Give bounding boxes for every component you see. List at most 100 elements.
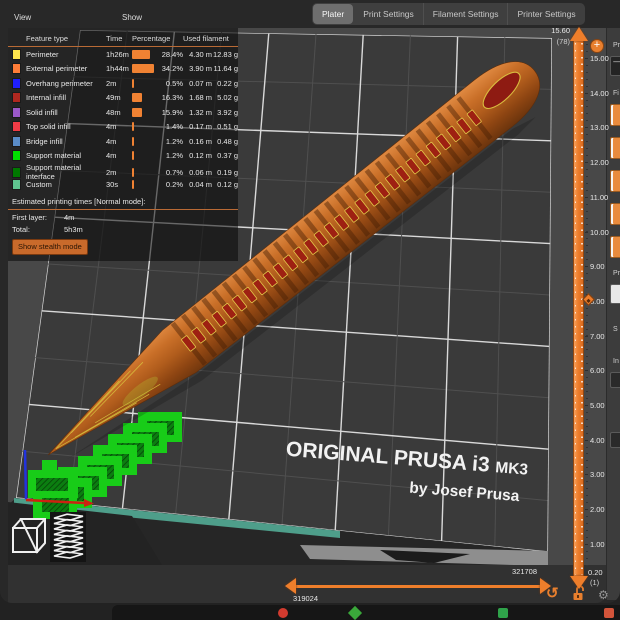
feature-percent: 1.2% (156, 151, 183, 160)
rp-filament-combo-3[interactable] (610, 170, 620, 192)
slider-minor-tick (586, 44, 588, 45)
show-label: Show (122, 13, 142, 22)
feature-time: 1h44m (106, 64, 132, 73)
view-preview-icon[interactable] (50, 512, 86, 562)
legend-row: Overhang perimeter2m0.5%0.07 m0.22 g (8, 76, 238, 91)
feature-percent: 0.7% (156, 168, 183, 177)
rp-filament-combo-5[interactable] (610, 236, 620, 258)
slider-tick-label: 15.00 (590, 54, 609, 63)
layer-slider-rail[interactable] (573, 40, 584, 578)
feature-label: Perimeter (26, 50, 106, 59)
feature-color-swatch (12, 179, 21, 190)
slider-minor-tick (586, 308, 588, 309)
first-layer-value: 4m (64, 213, 74, 222)
slider-minor-tick (586, 453, 588, 454)
slider-tick-label: 11.00 (590, 193, 608, 202)
feature-label: Support material interface (26, 163, 106, 181)
feature-label: Top solid infill (26, 122, 106, 131)
slider-tick-label: 13.00 (590, 123, 609, 132)
slider-minor-tick (586, 169, 588, 170)
feature-label: Custom (26, 180, 106, 189)
legend-header: Feature type Time Percentage Used filame… (8, 32, 238, 47)
slider-minor-tick (586, 495, 588, 496)
slider-major-tick (585, 370, 588, 371)
move-slider-rail[interactable] (294, 585, 542, 588)
feature-length: 4.30 m (183, 50, 212, 59)
slider-major-tick (585, 58, 588, 59)
slider-minor-tick (586, 120, 588, 121)
slider-minor-tick (586, 273, 588, 274)
feature-label: External perimeter (26, 64, 106, 73)
add-color-change-button[interactable]: + (590, 39, 604, 53)
rp-label-infill: In (613, 358, 619, 365)
feature-color-swatch (12, 136, 21, 147)
app-window: Plater Print Settings Filament Settings … (0, 0, 620, 603)
rp-printer-combo[interactable] (610, 284, 620, 304)
layer-top-height: 15.60 (540, 26, 570, 35)
slider-minor-tick (586, 349, 588, 350)
layer-bottom-number: (1) (590, 578, 599, 587)
tab-plater[interactable]: Plater (313, 4, 353, 24)
feature-length: 0.16 m (183, 137, 212, 146)
slider-minor-tick (586, 558, 588, 559)
slider-minor-tick (586, 447, 588, 448)
slider-minor-tick (586, 287, 588, 288)
rp-filament-combo-2[interactable] (610, 137, 620, 159)
slider-minor-tick (586, 356, 588, 357)
layer-slider-top-handle[interactable] (570, 27, 588, 41)
tab-filament-settings[interactable]: Filament Settings (424, 3, 509, 25)
feature-label: Bridge infill (26, 137, 106, 146)
percentage-bar (132, 137, 134, 146)
slider-minor-tick (586, 384, 588, 385)
rp-supports-combo[interactable] (610, 372, 620, 388)
slider-minor-tick (586, 398, 588, 399)
rp-infill-combo[interactable] (610, 432, 620, 448)
feature-length: 3.90 m (183, 64, 212, 73)
stealth-mode-button[interactable]: Show stealth mode (12, 239, 88, 255)
move-slider-max: 321708 (512, 567, 537, 576)
slider-minor-tick (586, 224, 588, 225)
slider-minor-tick (586, 419, 588, 420)
slider-minor-tick (586, 259, 588, 260)
col-percentage: Percentage (132, 34, 183, 43)
slider-major-tick (585, 232, 588, 233)
dock-icon-red-circle[interactable] (278, 608, 288, 618)
feature-weight: 0.19 g (212, 168, 238, 177)
undo-icon[interactable]: ↺ (546, 584, 559, 602)
feature-length: 0.06 m (183, 168, 212, 177)
slider-minor-tick (586, 141, 588, 142)
rp-print-combo[interactable]: — (610, 56, 620, 76)
slider-tick-label: 7.00 (590, 332, 605, 341)
feature-weight: 0.51 g (212, 122, 238, 131)
feature-weight: 12.83 g (212, 50, 238, 59)
dock-icon-red-square[interactable] (604, 608, 614, 618)
slider-major-tick (585, 474, 588, 475)
feature-percent: 0.5% (156, 79, 183, 88)
slider-minor-tick (586, 412, 588, 413)
gear-icon[interactable]: ⚙ (598, 588, 609, 602)
layer-slider-bottom-handle[interactable] (570, 576, 588, 589)
feature-percent: 0.2% (156, 180, 183, 189)
percentage-bar (132, 64, 154, 73)
tab-printer-settings[interactable]: Printer Settings (508, 3, 584, 25)
feature-time: 2m (106, 168, 132, 177)
slider-minor-tick (586, 51, 588, 52)
slider-minor-tick (586, 481, 588, 482)
rp-filament-combo-1[interactable] (610, 104, 620, 126)
slider-minor-tick (586, 204, 588, 205)
rp-filament-combo-4[interactable] (610, 203, 620, 225)
slider-minor-tick (586, 329, 588, 330)
slider-tick-label: 5.00 (590, 401, 605, 410)
dock-icon-green-square[interactable] (498, 608, 508, 618)
feature-time: 48m (106, 108, 132, 117)
feature-label: Overhang perimeter (26, 79, 106, 88)
feature-percent: 15.9% (156, 108, 183, 117)
move-slider-left-handle[interactable] (285, 578, 296, 594)
feature-length: 1.32 m (183, 108, 212, 117)
tab-print-settings[interactable]: Print Settings (354, 3, 424, 25)
slider-major-tick (585, 336, 588, 337)
feature-length: 0.12 m (183, 151, 212, 160)
percentage-bar (132, 93, 142, 102)
feature-weight: 0.12 g (212, 180, 238, 189)
slider-minor-tick (586, 218, 588, 219)
